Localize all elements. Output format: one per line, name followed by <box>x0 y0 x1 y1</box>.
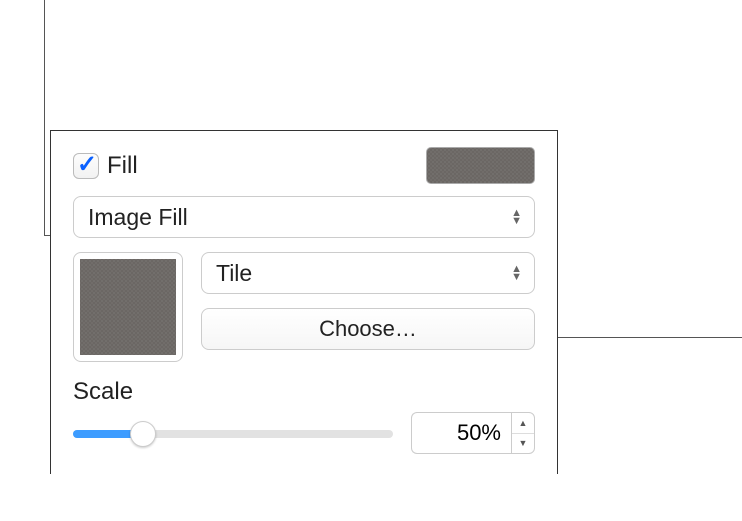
fill-checkbox-label: Fill <box>107 152 138 180</box>
image-fill-thumbnail-well[interactable] <box>73 252 183 362</box>
updown-chevron-icon <box>511 209 522 225</box>
fill-checkbox[interactable] <box>73 153 99 179</box>
scale-label: Scale <box>73 378 535 406</box>
scale-row: ▲ ▼ <box>73 412 535 454</box>
fill-header-row: Fill <box>73 147 535 184</box>
stepper-up-icon[interactable]: ▲ <box>512 413 534 434</box>
image-fill-right-column: Tile Choose… <box>201 252 535 362</box>
fill-type-popup[interactable]: Image Fill <box>73 196 535 238</box>
scale-slider[interactable] <box>73 415 393 451</box>
image-fill-thumbnail <box>80 259 176 355</box>
slider-thumb[interactable] <box>130 421 156 447</box>
fill-inspector-panel: Fill Image Fill Tile Choose… Scale <box>50 130 558 474</box>
choose-image-button[interactable]: Choose… <box>201 308 535 350</box>
fill-type-value: Image Fill <box>88 204 188 231</box>
scale-value-field: ▲ ▼ <box>411 412 535 454</box>
scale-value-input[interactable] <box>411 412 511 454</box>
callout-line-to-fill-type <box>44 0 45 235</box>
updown-chevron-icon <box>511 265 522 281</box>
image-fill-scale-mode-value: Tile <box>216 260 252 287</box>
stepper-down-icon[interactable]: ▼ <box>512 434 534 454</box>
scale-stepper[interactable]: ▲ ▼ <box>511 412 535 454</box>
image-fill-scale-mode-popup[interactable]: Tile <box>201 252 535 294</box>
fill-color-swatch[interactable] <box>426 147 535 184</box>
choose-image-button-label: Choose… <box>319 316 417 342</box>
fill-checkbox-group: Fill <box>73 152 138 180</box>
image-fill-row: Tile Choose… <box>73 252 535 362</box>
